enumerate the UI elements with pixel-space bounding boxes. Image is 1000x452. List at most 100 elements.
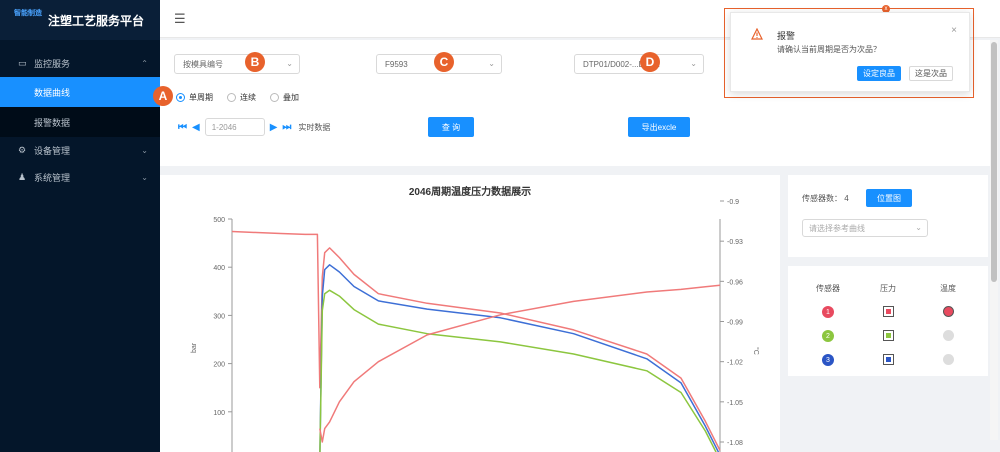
y-tick-label: 500	[213, 217, 225, 224]
sensor-table-header: 传感器 压力 温度	[798, 276, 978, 300]
export-excel-button[interactable]: 导出excle	[628, 117, 690, 137]
sensor-table-panel: 传感器 压力 温度 1 2 3	[788, 266, 988, 376]
mold-select[interactable]: 按模具编号 ⌄	[174, 54, 300, 74]
sensor-id-badge: 2	[822, 330, 834, 342]
y2-tick-label: -0.9	[727, 199, 739, 206]
sensor-row: 1	[798, 300, 978, 324]
temperature-cell	[918, 329, 978, 343]
scrollbar-thumb[interactable]	[991, 42, 997, 282]
mark-defect-button[interactable]: 这是次品	[909, 66, 953, 81]
alert-dialog: 报警 请确认当前周期是否为次品？ × 设定良品 这是次品	[730, 12, 970, 92]
last-page-icon[interactable]: ⏭	[282, 122, 291, 133]
next-page-icon[interactable]: ▶	[270, 122, 278, 133]
y2-tick-label: -0.96	[727, 279, 743, 286]
series-line-2	[319, 264, 720, 452]
close-icon[interactable]: ×	[951, 25, 957, 36]
sidebar-item-label: 监控服务	[34, 59, 71, 69]
callout-d: D	[640, 52, 660, 72]
sidebar-item-label: 系统管理	[34, 173, 71, 183]
brand: 智能制造 注塑工艺服务平台	[0, 0, 160, 40]
chevron-down-icon: ⌄	[690, 59, 697, 68]
sidebar: 智能制造 注塑工艺服务平台 ▭ 监控服务 ⌃ 数据曲线 报警数据 ⚙ 设备管理 …	[0, 0, 160, 452]
pressure-toggle[interactable]	[882, 353, 894, 365]
temperature-toggle[interactable]	[942, 329, 954, 341]
set-good-button[interactable]: 设定良品	[857, 66, 901, 81]
radio-continuous[interactable]: 连续	[227, 92, 256, 103]
series-line-3	[319, 289, 717, 452]
user-icon: ♟	[18, 172, 27, 182]
part-select-value: F9593	[385, 59, 408, 69]
realtime-label[interactable]: 实时数据	[298, 122, 330, 133]
sidebar-item-system[interactable]: ♟ 系统管理 ⌄	[0, 164, 160, 191]
temperature-cell	[918, 353, 978, 367]
chevron-down-icon: ⌄	[141, 146, 148, 155]
callout-a: A	[153, 86, 173, 106]
radio-label: 连续	[240, 93, 256, 102]
sidebar-item-alarm-data[interactable]: 报警数据	[0, 107, 160, 137]
cycle-input[interactable]: 1-2046	[204, 118, 265, 136]
chart-svg: 500 400 300 200 100 -0.9 -0.93 -0.96 -0.99 -1.02 -…	[191, 199, 760, 452]
chevron-down-icon: ⌄	[286, 59, 293, 68]
y2-tick-label: -1.02	[727, 360, 743, 367]
monitor-icon: ▭	[18, 58, 27, 68]
header-pressure: 压力	[880, 283, 896, 293]
radio-single-cycle[interactable]: 单周期	[176, 92, 213, 103]
sidebar-item-device[interactable]: ⚙ 设备管理 ⌄	[0, 137, 160, 164]
dtp-select[interactable]: DTP01/D002-...D02... ⌄	[574, 54, 704, 74]
first-page-icon[interactable]: ⏮	[178, 122, 187, 133]
radio-label: 叠加	[283, 93, 299, 102]
sensor-count-value: 4	[844, 194, 849, 203]
sensor-id-badge: 1	[822, 306, 834, 318]
sidebar-item-monitor[interactable]: ▭ 监控服务 ⌃	[0, 50, 160, 77]
temperature-cell	[918, 305, 978, 319]
y2-tick-label: -0.93	[727, 239, 743, 246]
reference-curve-placeholder: 请选择参考曲线	[809, 223, 865, 233]
chevron-down-icon: ⌄	[915, 223, 922, 232]
query-button[interactable]: 查 询	[428, 117, 474, 137]
sensor-count-label: 传感器数：	[802, 194, 842, 203]
y-tick-label: 300	[213, 313, 225, 320]
sensor-table: 传感器 压力 温度 1 2 3	[798, 276, 978, 372]
radio-overlay[interactable]: 叠加	[270, 92, 299, 103]
y2-tick-label: -1.05	[727, 400, 743, 407]
y2-axis-label: °C	[752, 347, 760, 355]
cycle-pager: ⏮ ◀ 1-2046 ▶ ⏭ 实时数据	[178, 118, 330, 136]
series-line-1	[231, 230, 721, 451]
sensor-id-cell: 2	[798, 330, 858, 342]
sensor-control-panel: 传感器数： 4 位置图 请选择参考曲线 ⌄	[788, 175, 988, 257]
gear-icon: ⚙	[18, 145, 27, 155]
y-tick-label: 200	[213, 362, 225, 369]
pressure-toggle[interactable]	[882, 305, 894, 317]
warning-icon	[751, 28, 763, 40]
radio-dot	[176, 93, 185, 102]
prev-page-icon[interactable]: ◀	[192, 122, 200, 133]
sidebar-item-label: 设备管理	[34, 146, 71, 156]
position-map-button[interactable]: 位置图	[866, 189, 912, 207]
reference-curve-select[interactable]: 请选择参考曲线 ⌄	[802, 219, 928, 237]
radio-dot	[270, 93, 279, 102]
sensor-id-cell: 3	[798, 354, 858, 366]
sensor-row: 3	[798, 348, 978, 372]
pressure-toggle[interactable]	[882, 329, 894, 341]
app-title: 注塑工艺服务平台	[48, 13, 145, 28]
sensor-row: 2	[798, 324, 978, 348]
mode-radio-group: 单周期 连续 叠加	[176, 92, 299, 103]
radio-label: 单周期	[189, 93, 213, 102]
vertical-scrollbar[interactable]	[990, 40, 998, 440]
sidebar-item-data-curve[interactable]: 数据曲线	[0, 77, 160, 107]
pressure-cell	[858, 329, 918, 343]
temperature-toggle[interactable]	[942, 305, 954, 317]
y-tick-label: 400	[213, 265, 225, 272]
chevron-down-icon: ⌄	[488, 59, 495, 68]
radio-dot	[227, 93, 236, 102]
temperature-toggle[interactable]	[942, 353, 954, 365]
menu-toggle-icon[interactable]: ☰	[174, 11, 186, 27]
y-axis-label: bar	[191, 342, 198, 353]
alert-title: 报警	[777, 31, 796, 41]
y2-tick-label: -1.08	[727, 440, 743, 447]
sensor-id-cell: 1	[798, 306, 858, 318]
callout-c: C	[434, 52, 454, 72]
header-temperature: 温度	[940, 283, 956, 293]
callout-b: B	[245, 52, 265, 72]
pressure-cell	[858, 353, 918, 367]
